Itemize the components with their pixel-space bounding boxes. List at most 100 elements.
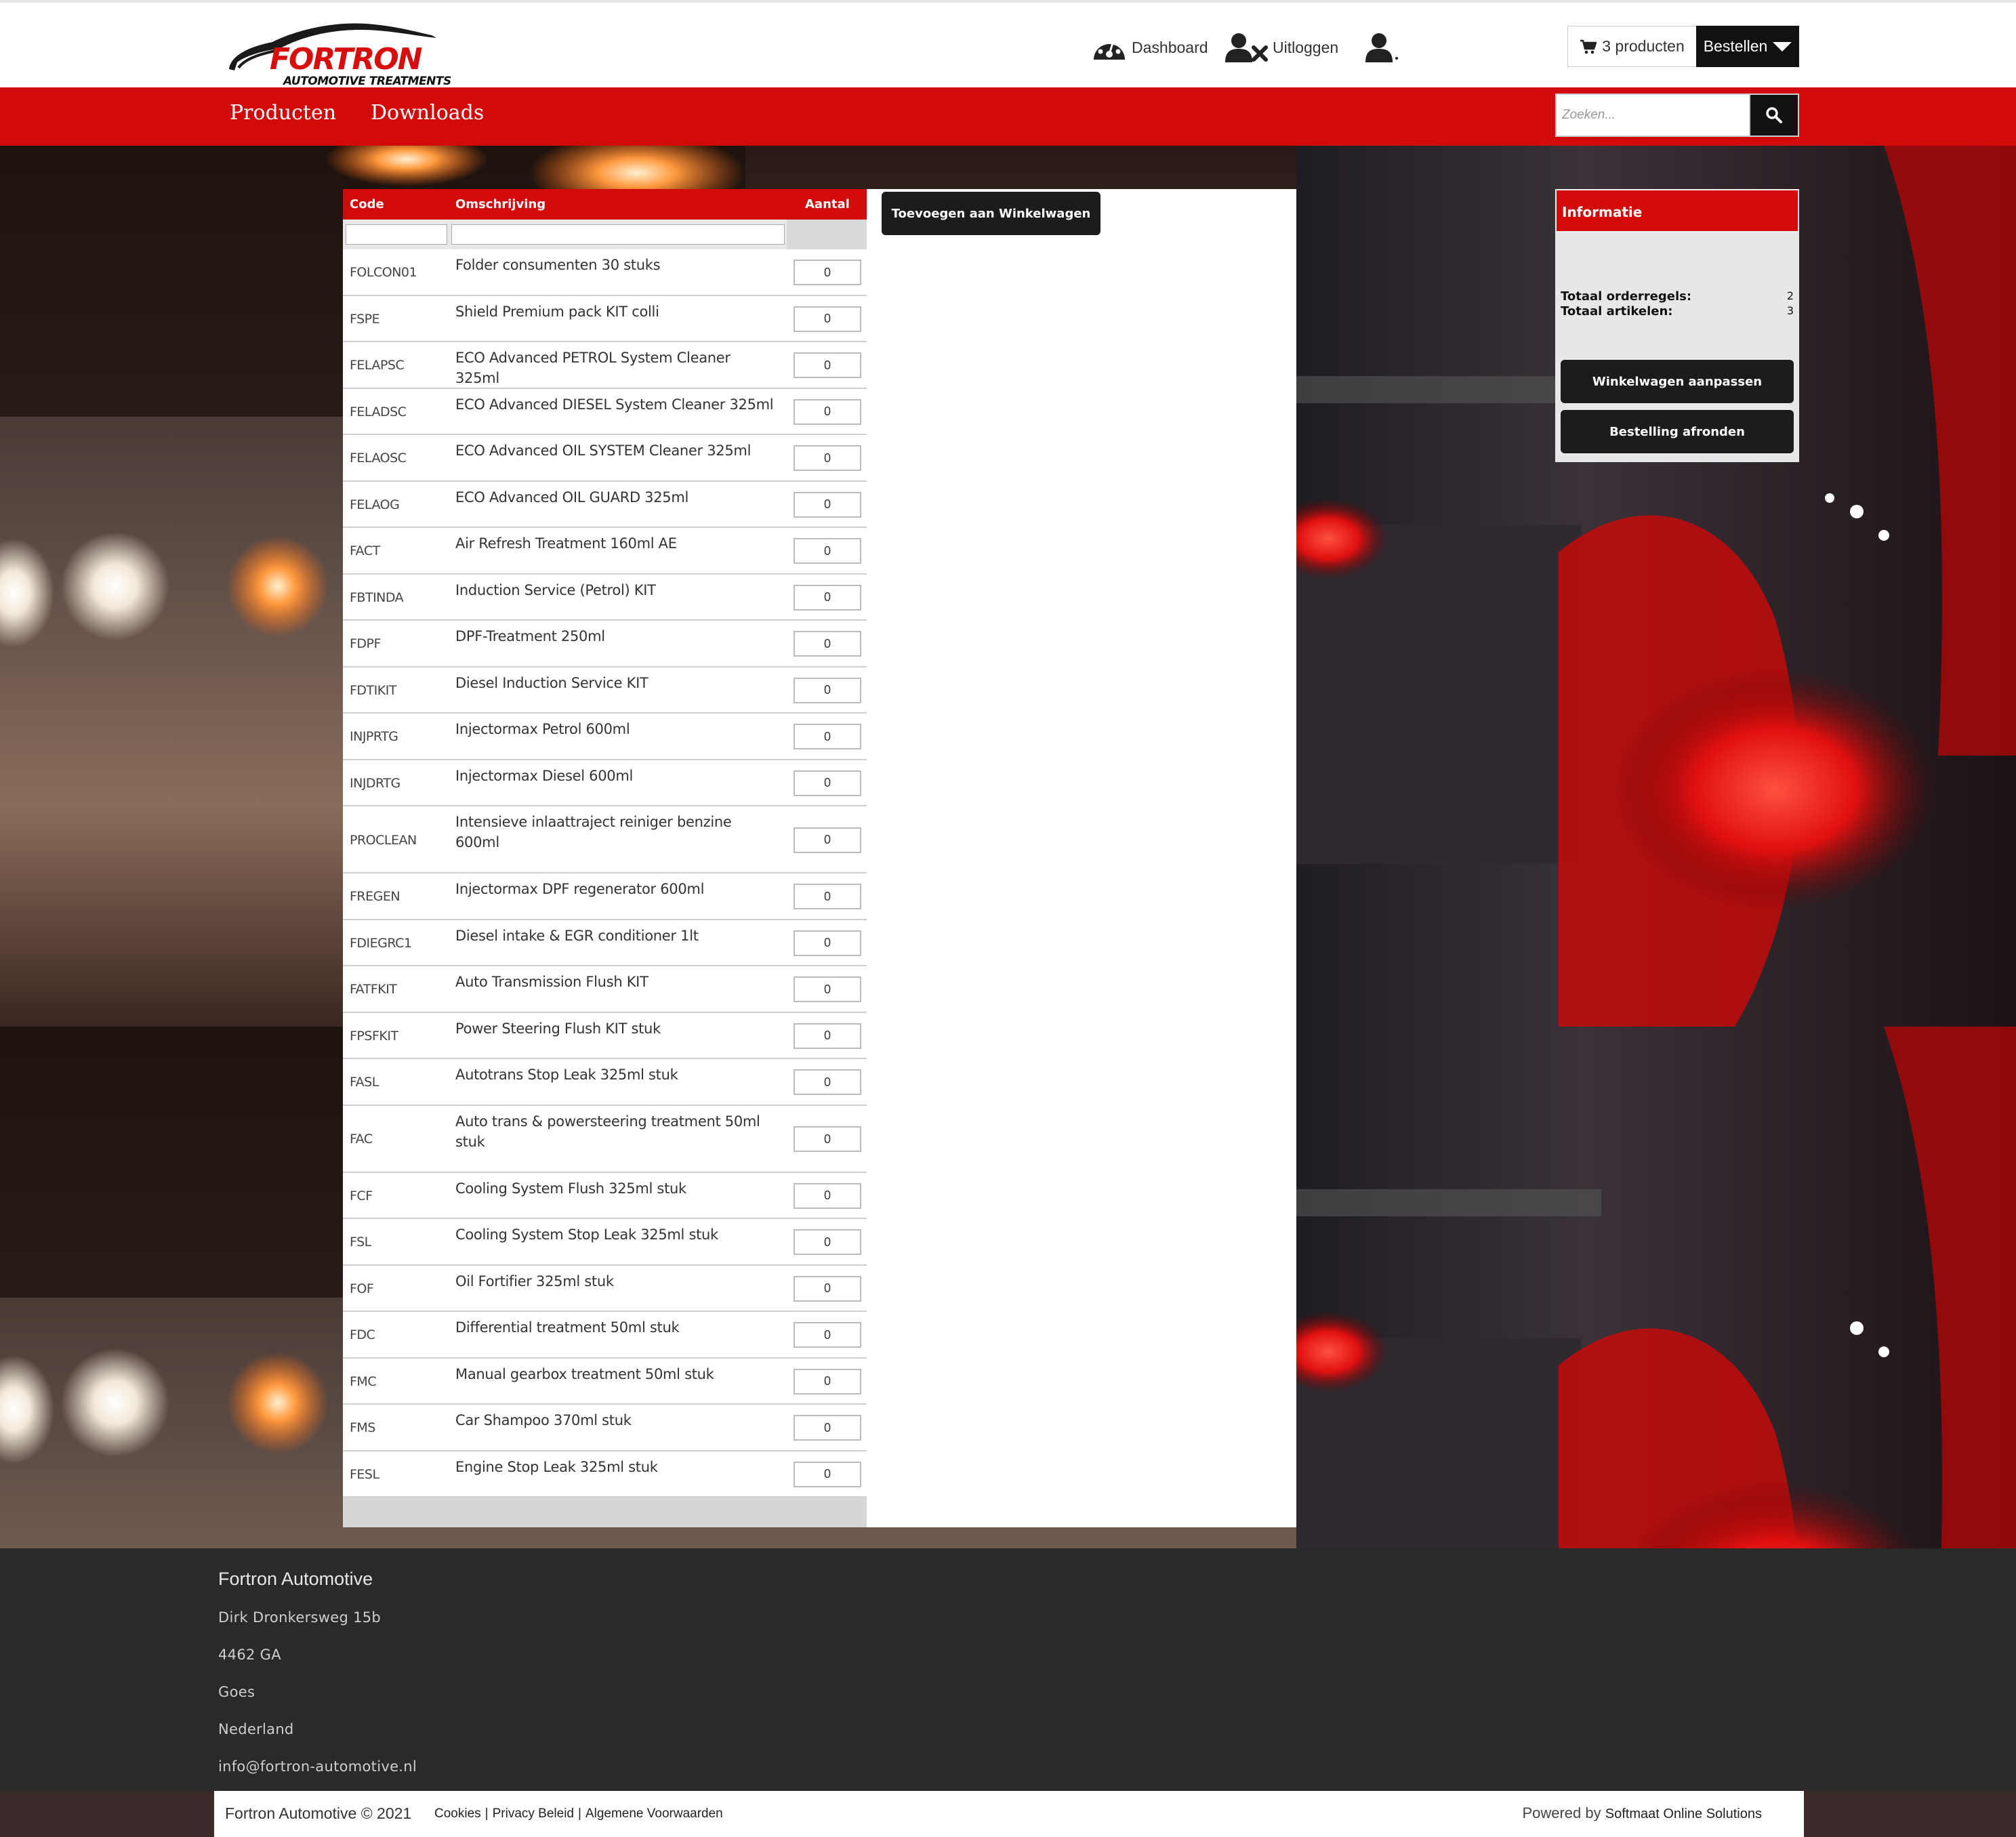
nav-downloads[interactable]: Downloads xyxy=(371,101,484,125)
quantity-input[interactable] xyxy=(794,976,861,1003)
code-filter-input[interactable] xyxy=(346,224,447,245)
quantity-filter-cell xyxy=(787,220,867,249)
footer-email-link[interactable]: info@fortron-automotive.nl xyxy=(218,1758,417,1775)
quantity-input[interactable] xyxy=(794,306,861,332)
quantity-input[interactable] xyxy=(794,445,861,472)
quantity-input[interactable] xyxy=(794,1023,861,1049)
quantity-input[interactable] xyxy=(794,491,861,518)
product-description: Power Steering Flush KIT stuk xyxy=(455,1020,661,1037)
product-code: FDC xyxy=(350,1327,375,1343)
quantity-input[interactable] xyxy=(794,260,861,286)
order-dropdown-button[interactable]: Bestellen xyxy=(1696,26,1799,67)
column-header-code[interactable]: Code xyxy=(350,197,384,211)
quantity-input[interactable] xyxy=(794,1126,861,1152)
table-row: FBTINDA Induction Service (Petrol) KIT xyxy=(343,574,867,621)
quantity-input[interactable] xyxy=(794,1275,861,1302)
product-code: FDPF xyxy=(350,636,381,652)
quantity-input[interactable] xyxy=(794,930,861,956)
table-row: FSPE Shield Premium pack KIT colli xyxy=(343,295,867,342)
product-description: Cooling System Stop Leak 325ml stuk xyxy=(455,1226,718,1243)
quantity-input[interactable] xyxy=(794,827,861,853)
quantity-input[interactable] xyxy=(794,1069,861,1096)
product-description: Shield Premium pack KIT colli xyxy=(455,303,659,320)
info-panel-title: Informatie xyxy=(1555,189,1799,232)
column-header-quantity[interactable]: Aantal xyxy=(805,197,850,211)
quantity-input[interactable] xyxy=(794,1229,861,1256)
table-row: FELAOSC ECO Advanced OIL SYSTEM Cleaner 3… xyxy=(343,435,867,482)
product-description: Air Refresh Treatment 160ml AE xyxy=(455,535,677,552)
quantity-input[interactable] xyxy=(794,1322,861,1348)
quantity-input[interactable] xyxy=(794,1182,861,1209)
total-order-lines-value: 2 xyxy=(1786,289,1794,302)
table-row: FELAOG ECO Advanced OIL GUARD 325ml xyxy=(343,481,867,528)
quantity-input[interactable] xyxy=(794,677,861,703)
search-button[interactable] xyxy=(1750,94,1799,137)
product-code: FSPE xyxy=(350,311,380,327)
product-description: ECO Advanced DIESEL System Cleaner 325ml xyxy=(455,396,774,413)
fortron-logo[interactable]: FORTRON AUTOMOTIVE TREATMENTS xyxy=(225,15,451,91)
product-code: FCF xyxy=(350,1188,373,1203)
table-row: FMS Car Shampoo 370ml stuk xyxy=(343,1405,867,1451)
search-input[interactable] xyxy=(1555,94,1750,137)
cart-button[interactable]: 3 producten xyxy=(1567,26,1697,67)
site-footer: Fortron Automotive Dirk Dronkersweg 15b … xyxy=(0,1548,2016,1791)
quantity-input[interactable] xyxy=(794,1415,861,1441)
product-code: FESL xyxy=(350,1466,379,1482)
finish-order-button[interactable]: Bestelling afronden xyxy=(1561,410,1794,453)
add-to-cart-button[interactable]: Toevoegen aan Winkelwagen xyxy=(882,192,1100,235)
table-row: FAC Auto trans & powersteering treatment … xyxy=(343,1105,867,1173)
info-panel: Informatie Totaal orderregels: 2 Totaal … xyxy=(1555,189,1799,462)
shopping-cart-icon xyxy=(1580,39,1597,54)
product-code: FSL xyxy=(350,1235,371,1250)
product-code: PROCLEAN xyxy=(350,832,417,848)
table-row: FMC Manual gearbox treatment 50ml stuk xyxy=(343,1358,867,1405)
product-description: Diesel Induction Service KIT xyxy=(455,674,649,691)
quantity-input[interactable] xyxy=(794,724,861,750)
quantity-input[interactable] xyxy=(794,538,861,564)
quantity-input[interactable] xyxy=(794,884,861,910)
terms-link[interactable]: Algemene Voorwaarden xyxy=(585,1807,723,1821)
product-description: Injectormax Petrol 600ml xyxy=(455,721,630,737)
product-description: ECO Advanced PETROL System Cleaner 325ml xyxy=(455,350,731,386)
privacy-link[interactable]: Privacy Beleid xyxy=(493,1807,574,1821)
product-description: Differential treatment 50ml stuk xyxy=(455,1319,680,1336)
quantity-input[interactable] xyxy=(794,631,861,657)
table-body: FOLCON01 Folder consumenten 30 stuks FSPE S… xyxy=(343,249,867,1498)
quantity-input[interactable] xyxy=(794,1368,861,1395)
dashboard-link[interactable]: Dashboard xyxy=(1091,27,1208,68)
powered-by-link[interactable]: Softmaat Online Solutions xyxy=(1605,1807,1762,1821)
account-link[interactable] xyxy=(1364,27,1402,68)
user-icon xyxy=(1365,33,1398,62)
edit-cart-button[interactable]: Winkelwagen aanpassen xyxy=(1561,360,1794,403)
cart-action-panel: Toevoegen aan Winkelwagen xyxy=(867,189,1296,1527)
table-row: FDTIKIT Diesel Induction Service KIT xyxy=(343,667,867,714)
logo-wordmark: FORTRON xyxy=(270,42,422,77)
cart-count-label: 3 producten xyxy=(1602,37,1685,55)
product-code: FATFKIT xyxy=(350,982,397,997)
product-description: Manual gearbox treatment 50ml stuk xyxy=(455,1365,714,1382)
product-description: Intensieve inlaattraject reiniger benzin… xyxy=(455,814,732,850)
table-row: FDIEGRC1 Diesel intake & EGR conditioner … xyxy=(343,920,867,966)
product-code: FDTIKIT xyxy=(350,682,396,698)
product-description: ECO Advanced OIL SYSTEM Cleaner 325ml xyxy=(455,442,752,459)
product-description: Folder consumenten 30 stuks xyxy=(455,257,661,273)
table-row: FELAPSC ECO Advanced PETROL System Cleane… xyxy=(343,342,867,389)
quantity-input[interactable] xyxy=(794,398,861,425)
cookies-link[interactable]: Cookies xyxy=(434,1807,481,1821)
product-description: Autotrans Stop Leak 325ml stuk xyxy=(455,1067,678,1083)
product-code: FACT xyxy=(350,543,380,559)
product-description: Car Shampoo 370ml stuk xyxy=(455,1412,632,1428)
quantity-input[interactable] xyxy=(794,1461,861,1487)
quantity-input[interactable] xyxy=(794,770,861,796)
logout-link[interactable]: Uitloggen xyxy=(1225,27,1338,68)
table-row: PROCLEAN Intensieve inlaattraject reinige… xyxy=(343,806,867,873)
product-code: FMC xyxy=(350,1374,377,1389)
quantity-input[interactable] xyxy=(794,584,861,611)
product-code: INJDRTG xyxy=(350,775,400,791)
dashboard-label: Dashboard xyxy=(1132,38,1208,56)
description-filter-input[interactable] xyxy=(451,224,785,245)
quantity-input[interactable] xyxy=(794,352,861,379)
product-code: FDIEGRC1 xyxy=(350,935,412,951)
nav-products[interactable]: Producten xyxy=(230,101,336,125)
column-header-description[interactable]: Omschrijving xyxy=(455,197,546,211)
